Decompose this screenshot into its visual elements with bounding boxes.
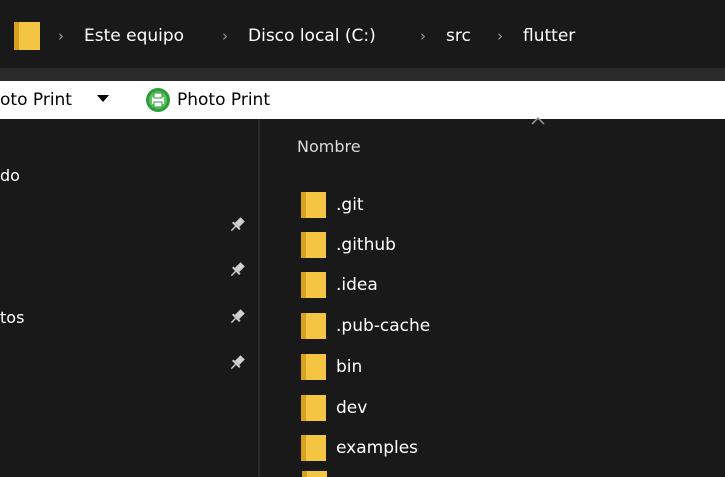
breadcrumb-src[interactable]: src <box>446 22 471 50</box>
sort-ascending-icon <box>531 116 545 125</box>
photo-print-dropdown-label[interactable]: oto Print <box>0 81 72 119</box>
folder-icon <box>301 232 326 258</box>
address-bar-divider <box>0 68 725 81</box>
pin-icon[interactable] <box>228 261 246 279</box>
folder-icon <box>301 354 326 380</box>
breadcrumb-separator[interactable]: › <box>497 22 503 50</box>
list-item[interactable]: .idea <box>300 267 700 303</box>
toolbar: oto Print Photo Print <box>0 81 725 119</box>
folder-icon <box>301 313 326 339</box>
breadcrumb-separator[interactable]: › <box>58 22 64 50</box>
list-item[interactable]: bin <box>300 349 700 385</box>
list-item[interactable]: dev <box>300 390 700 426</box>
navigation-pane: do tos <box>0 119 258 477</box>
list-item[interactable]: .pub-cache <box>300 308 700 344</box>
file-name: examples <box>336 438 419 458</box>
list-item[interactable]: .github <box>300 227 700 263</box>
folder-icon <box>301 435 326 461</box>
photo-print-button[interactable]: Photo Print <box>177 81 270 119</box>
address-bar[interactable]: › Este equipo › Disco local (C:) › src ›… <box>0 0 725 75</box>
list-item[interactable]: .git <box>300 187 700 223</box>
folder-icon <box>301 395 326 421</box>
breadcrumb-separator[interactable]: › <box>420 22 426 50</box>
breadcrumb-este-equipo[interactable]: Este equipo <box>84 22 184 50</box>
pin-icon[interactable] <box>228 308 246 326</box>
file-name: .idea <box>336 275 378 295</box>
folder-icon <box>301 272 326 298</box>
file-name: dev <box>336 398 368 418</box>
column-header-name[interactable]: Nombre <box>297 132 361 160</box>
folder-icon <box>14 22 40 50</box>
chevron-down-icon[interactable] <box>97 95 109 102</box>
file-name: .github <box>336 235 396 255</box>
printer-icon[interactable] <box>145 87 171 113</box>
folder-icon <box>301 192 326 218</box>
file-name: .git <box>336 195 364 215</box>
nav-item[interactable]: do <box>0 161 20 189</box>
breadcrumb-disco-local[interactable]: Disco local (C:) <box>248 22 376 50</box>
list-item[interactable]: examples <box>300 430 700 466</box>
file-explorer-window: › Este equipo › Disco local (C:) › src ›… <box>0 0 725 477</box>
nav-item[interactable]: tos <box>0 303 24 331</box>
pin-icon[interactable] <box>228 216 246 234</box>
breadcrumb-flutter[interactable]: flutter <box>523 22 575 50</box>
file-name: bin <box>336 357 363 377</box>
pin-icon[interactable] <box>228 354 246 372</box>
breadcrumb-separator[interactable]: › <box>222 22 228 50</box>
folder-icon <box>302 471 327 477</box>
file-name: .pub-cache <box>336 316 431 336</box>
